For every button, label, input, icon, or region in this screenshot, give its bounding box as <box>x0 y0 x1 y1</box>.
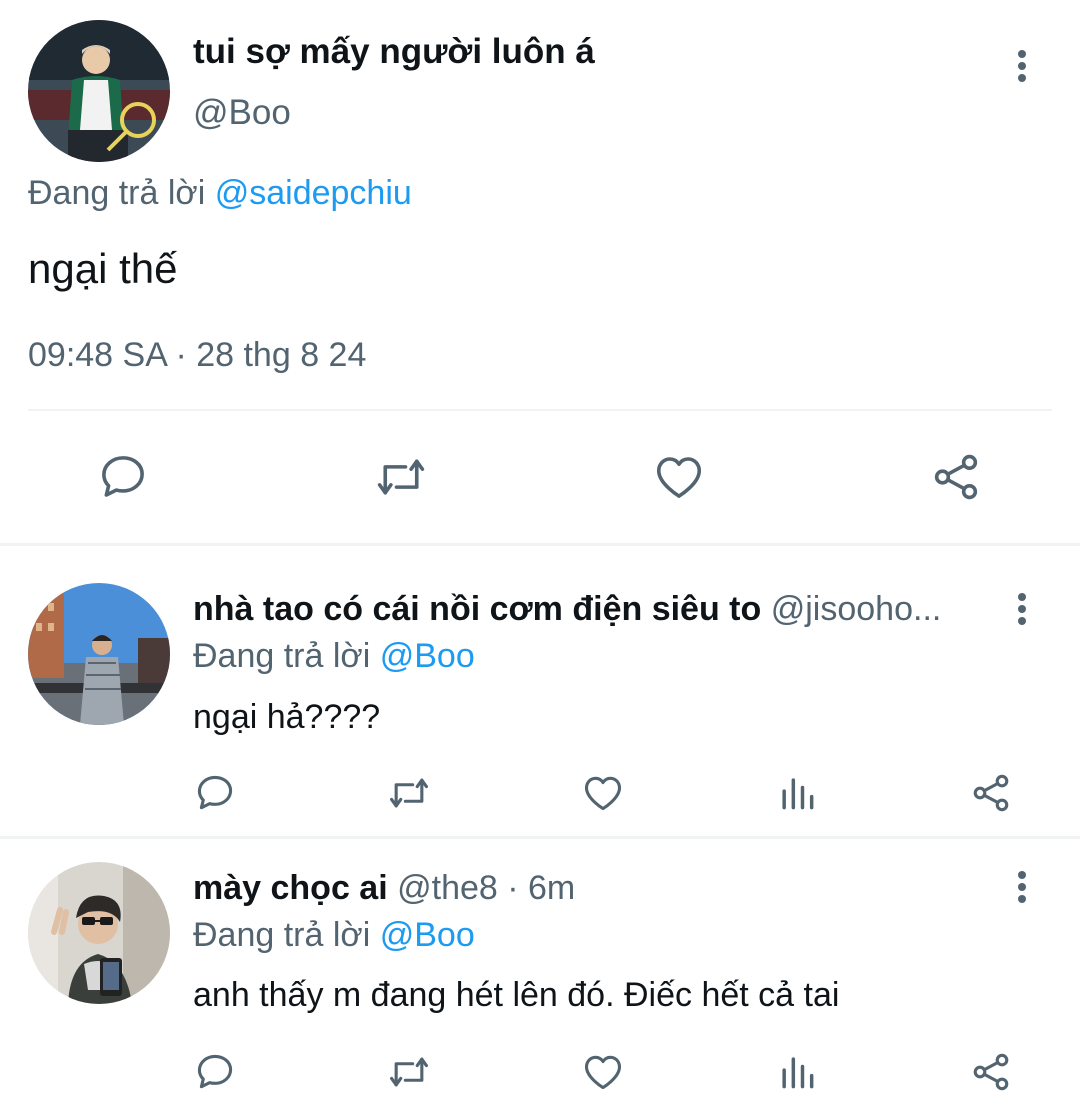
reply-header: nhà tao có cái nồi cơm điện siêu to @jis… <box>193 590 993 629</box>
tweet-text: ngại hả???? <box>193 698 381 736</box>
more-options-icon[interactable] <box>1010 867 1034 907</box>
share-icon[interactable] <box>969 1050 1013 1094</box>
replying-to: Đang trả lời @saidepchiu <box>28 174 412 213</box>
divider <box>28 409 1052 411</box>
tweet-timestamp[interactable]: 09:48 SA · 28 thg 8 24 <box>28 336 366 375</box>
user-handle[interactable]: @the8 · 6m <box>397 869 575 907</box>
reply-icon[interactable] <box>193 771 237 815</box>
avatar[interactable] <box>28 20 170 162</box>
more-options-icon[interactable] <box>1010 46 1034 86</box>
replying-label: Đang trả lời <box>193 916 371 954</box>
share-icon[interactable] <box>929 450 983 504</box>
section-divider <box>0 836 1080 839</box>
reply-header: mày chọc ai @the8 · 6m <box>193 869 993 908</box>
share-icon[interactable] <box>969 771 1013 815</box>
user-handle[interactable]: @jisooho... <box>771 590 942 628</box>
replying-to-link[interactable]: @Boo <box>380 916 475 954</box>
avatar[interactable] <box>28 583 170 725</box>
replying-to: Đang trả lời @Boo <box>193 637 475 676</box>
tweet-text: anh thấy m đang hét lên đó. Điếc hết cả … <box>193 976 840 1014</box>
reply-icon[interactable] <box>96 450 150 504</box>
replying-to: Đang trả lời @Boo <box>193 916 475 955</box>
replying-label: Đang trả lời <box>193 637 371 675</box>
tweet-text: ngại thế <box>28 245 178 292</box>
like-icon[interactable] <box>581 771 625 815</box>
reply-icon[interactable] <box>193 1050 237 1094</box>
analytics-icon[interactable] <box>775 1050 819 1094</box>
display-name[interactable]: nhà tao có cái nồi cơm điện siêu to <box>193 590 761 628</box>
more-options-icon[interactable] <box>1010 589 1034 629</box>
replying-to-link[interactable]: @Boo <box>380 637 475 675</box>
analytics-icon[interactable] <box>775 771 819 815</box>
section-divider <box>0 543 1080 546</box>
avatar[interactable] <box>28 862 170 1004</box>
display-name[interactable]: tui sợ mấy người luôn á <box>193 32 595 72</box>
user-handle[interactable]: @Boo <box>193 93 291 133</box>
replying-label: Đang trả lời <box>28 174 206 212</box>
display-name[interactable]: mày chọc ai <box>193 869 388 907</box>
like-icon[interactable] <box>581 1050 625 1094</box>
replying-to-link[interactable]: @saidepchiu <box>215 174 412 212</box>
retweet-icon[interactable] <box>374 450 428 504</box>
retweet-icon[interactable] <box>387 1050 431 1094</box>
retweet-icon[interactable] <box>387 771 431 815</box>
like-icon[interactable] <box>652 450 706 504</box>
